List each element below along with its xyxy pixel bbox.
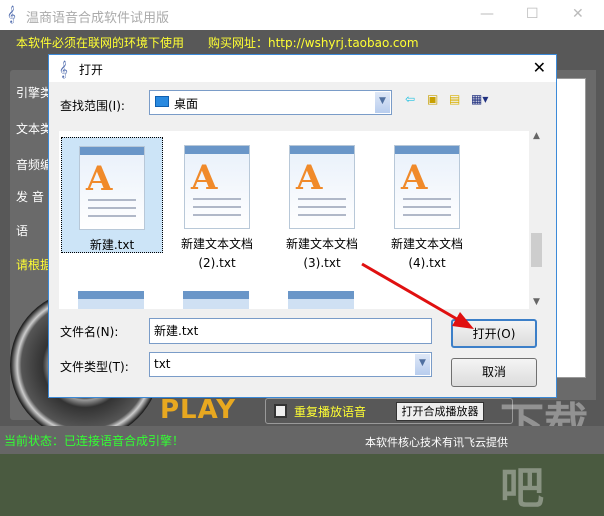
filetype-value: txt	[154, 357, 171, 371]
dialog-title: 打开	[79, 63, 104, 77]
app-clef-icon: 𝄞	[7, 5, 16, 23]
scroll-up-icon[interactable]: ▲	[529, 131, 544, 141]
back-icon[interactable]: ⇦	[405, 92, 415, 106]
dialog-title-bar: 𝄞 打开 ✕	[49, 55, 556, 82]
text-file-icon: A	[79, 146, 145, 230]
chevron-down-icon[interactable]: ▼	[415, 354, 430, 375]
app-title: 温商语音合成软件试用版	[26, 11, 170, 26]
scroll-thumb[interactable]	[531, 233, 542, 267]
file-item[interactable]: A 新建文本文档 (4).txt	[376, 137, 478, 270]
buy-url[interactable]: 购买网址：http://wshyrj.taobao.com	[208, 34, 419, 51]
up-folder-icon[interactable]: ▣	[427, 92, 438, 106]
look-in-select[interactable]: 桌面 ▼	[149, 90, 392, 115]
look-in-label: 查找范围(I):	[60, 99, 125, 113]
filetype-label: 文件类型(T):	[60, 360, 129, 374]
file-name: 新建文本文档 (3).txt	[285, 237, 358, 270]
dialog-close-button[interactable]: ✕	[533, 58, 546, 77]
file-name: 新建文本文档 (2).txt	[180, 237, 253, 270]
playback-group: 重复播放语音 打开合成播放器	[265, 398, 513, 424]
hint-label: 请根据	[16, 258, 53, 272]
view-menu-icon[interactable]: ▦▾	[471, 92, 488, 106]
text-file-icon	[78, 291, 144, 309]
file-item[interactable]: A 新建文本文档 (3).txt	[271, 137, 373, 270]
text-file-icon: A	[394, 145, 460, 229]
maximize-button[interactable]: ☐	[526, 6, 539, 22]
credit-text: 本软件核心技术有讯飞云提供	[365, 436, 508, 449]
look-in-value: 桌面	[174, 97, 199, 111]
status-bar: 当前状态：已连接语音合成引擎！ 本软件核心技术有讯飞云提供	[0, 426, 604, 454]
open-button[interactable]: 打开(O)	[451, 319, 537, 348]
file-name: 新建文本文档 (4).txt	[390, 237, 463, 270]
minimize-button[interactable]: —	[480, 6, 494, 22]
close-button[interactable]: ✕	[572, 6, 584, 22]
voice-label: 发 音	[16, 190, 44, 204]
network-notice: 本软件必须在联网的环境下使用	[16, 36, 185, 50]
file-item[interactable]: A 新建文本文档 (2).txt	[166, 137, 268, 270]
speech-label: 语	[16, 224, 29, 238]
chevron-down-icon[interactable]: ▼	[375, 92, 390, 113]
status-text: 当前状态：已连接语音合成引擎！	[4, 434, 185, 448]
text-file-icon	[288, 291, 354, 309]
text-file-icon: A	[184, 145, 250, 229]
text-file-icon: A	[289, 145, 355, 229]
play-logo[interactable]: PLAY	[160, 395, 236, 425]
open-dialog: 𝄞 打开 ✕ 查找范围(I): 桌面 ▼ ⇦ ▣ ▤ ▦▾ A 新建.txt A…	[48, 54, 557, 398]
cancel-button[interactable]: 取消	[451, 358, 537, 387]
file-item[interactable]: A 新建.txt	[61, 137, 163, 253]
repeat-checkbox[interactable]	[274, 404, 287, 418]
file-list[interactable]: A 新建.txt A 新建文本文档 (2).txt A 新建文本文档 (3).t…	[59, 131, 544, 309]
repeat-label[interactable]: 重复播放语音	[294, 403, 366, 420]
filename-label: 文件名(N):	[60, 325, 119, 339]
file-name: 新建.txt	[89, 238, 135, 252]
scroll-down-icon[interactable]: ▼	[529, 297, 544, 307]
vertical-scrollbar[interactable]: ▲ ▼	[529, 131, 544, 309]
filename-input[interactable]: 新建.txt	[149, 318, 432, 344]
text-label: 文本类	[16, 122, 53, 136]
desktop-icon	[155, 96, 169, 107]
filetype-select[interactable]: txt ▼	[149, 352, 432, 377]
open-player-button[interactable]: 打开合成播放器	[396, 402, 484, 421]
title-bar: 𝄞 温商语音合成软件试用版 — ☐ ✕	[0, 0, 604, 30]
text-file-icon	[183, 291, 249, 309]
engine-label: 引擎类	[16, 86, 53, 100]
dialog-clef-icon: 𝄞	[59, 60, 68, 78]
audio-label: 音频编	[16, 158, 53, 172]
new-folder-icon[interactable]: ▤	[449, 92, 460, 106]
